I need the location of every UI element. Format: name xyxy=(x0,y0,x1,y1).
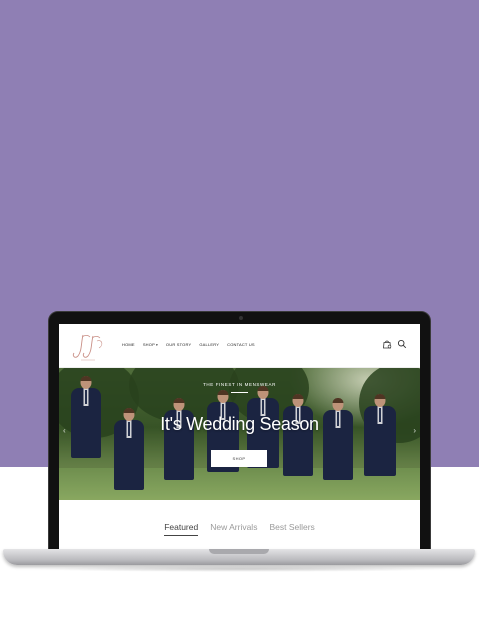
tab-featured[interactable]: Featured xyxy=(164,522,199,536)
floor-shadow xyxy=(30,566,450,572)
product-tabs: Featured New Arrivals Best Sellers xyxy=(59,522,420,536)
nav-contact-us[interactable]: CONTACT US xyxy=(227,342,255,347)
nav-contact-us-label: CONTACT US xyxy=(227,342,255,347)
nav-our-story[interactable]: OUR STORY xyxy=(166,342,191,347)
nav-gallery[interactable]: GALLERY xyxy=(199,342,219,347)
hero-banner: ‹ › THE FINEST IN MENSWEAR It's Wedding … xyxy=(59,368,420,500)
nav-shop[interactable]: SHOP ▾ xyxy=(143,342,158,347)
nav-our-story-label: OUR STORY xyxy=(165,342,192,347)
hero-tagline: THE FINEST IN MENSWEAR xyxy=(203,382,276,387)
tab-new-arrivals[interactable]: New Arrivals xyxy=(210,522,257,536)
shopping-bag-icon[interactable] xyxy=(382,339,392,349)
camera-dot xyxy=(239,316,243,320)
chevron-down-icon: ▾ xyxy=(155,342,158,347)
hero-divider xyxy=(231,392,248,393)
nav-home-label: HOME xyxy=(122,342,135,347)
laptop-base xyxy=(3,549,475,565)
laptop-lid: HOME SHOP▾ OUR STORY GALLERY CONTACT US xyxy=(48,311,431,558)
site-header: HOME SHOP ▾ OUR STORY GALLERY CONTACT US xyxy=(59,324,420,368)
laptop-notch xyxy=(209,549,269,554)
logo[interactable] xyxy=(69,329,107,363)
nav-home[interactable]: HOME xyxy=(122,342,135,347)
hero-title: It's Wedding Season xyxy=(160,414,319,434)
header-icons xyxy=(382,339,407,349)
shop-button[interactable]: SHOP xyxy=(211,450,267,467)
main-nav: HOME SHOP ▾ OUR STORY GALLERY CONTACT US xyxy=(122,342,263,347)
tab-best-sellers[interactable]: Best Sellers xyxy=(269,522,314,536)
search-icon[interactable] xyxy=(397,339,407,349)
laptop-screen: HOME SHOP▾ OUR STORY GALLERY CONTACT US xyxy=(59,324,420,552)
nav-gallery-label: GALLERY xyxy=(199,342,220,347)
nav-shop-label: SHOP xyxy=(142,342,155,347)
